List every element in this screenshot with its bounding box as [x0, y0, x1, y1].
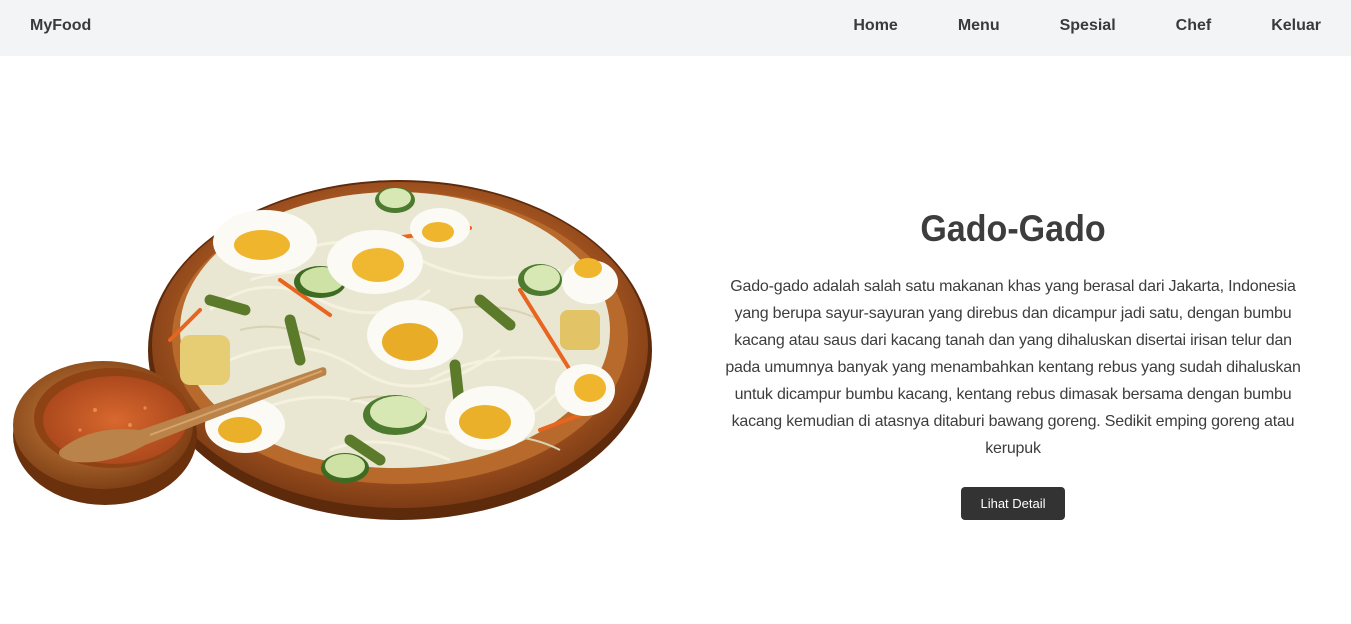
gado-gado-image	[0, 150, 680, 550]
hero-description: Gado-gado adalah salah satu makanan khas…	[725, 278, 1301, 457]
nav-link-chef[interactable]: Chef	[1176, 17, 1212, 35]
brand-logo[interactable]: MyFood	[30, 17, 91, 35]
navbar: MyFood Home Menu Spesial Chef Keluar	[0, 0, 1351, 56]
hero-content: Gado-Gado Gado-gado adalah salah satu ma…	[722, 205, 1304, 520]
nav-links: Home Menu Spesial Chef Keluar	[853, 17, 1321, 35]
nav-link-menu[interactable]: Menu	[958, 17, 1000, 35]
lihat-detail-button[interactable]: Lihat Detail	[961, 487, 1065, 520]
nav-link-home[interactable]: Home	[853, 17, 897, 35]
page-title: Gado-Gado	[920, 208, 1106, 249]
nav-link-spesial[interactable]: Spesial	[1060, 17, 1116, 35]
nav-link-keluar[interactable]: Keluar	[1271, 17, 1321, 35]
